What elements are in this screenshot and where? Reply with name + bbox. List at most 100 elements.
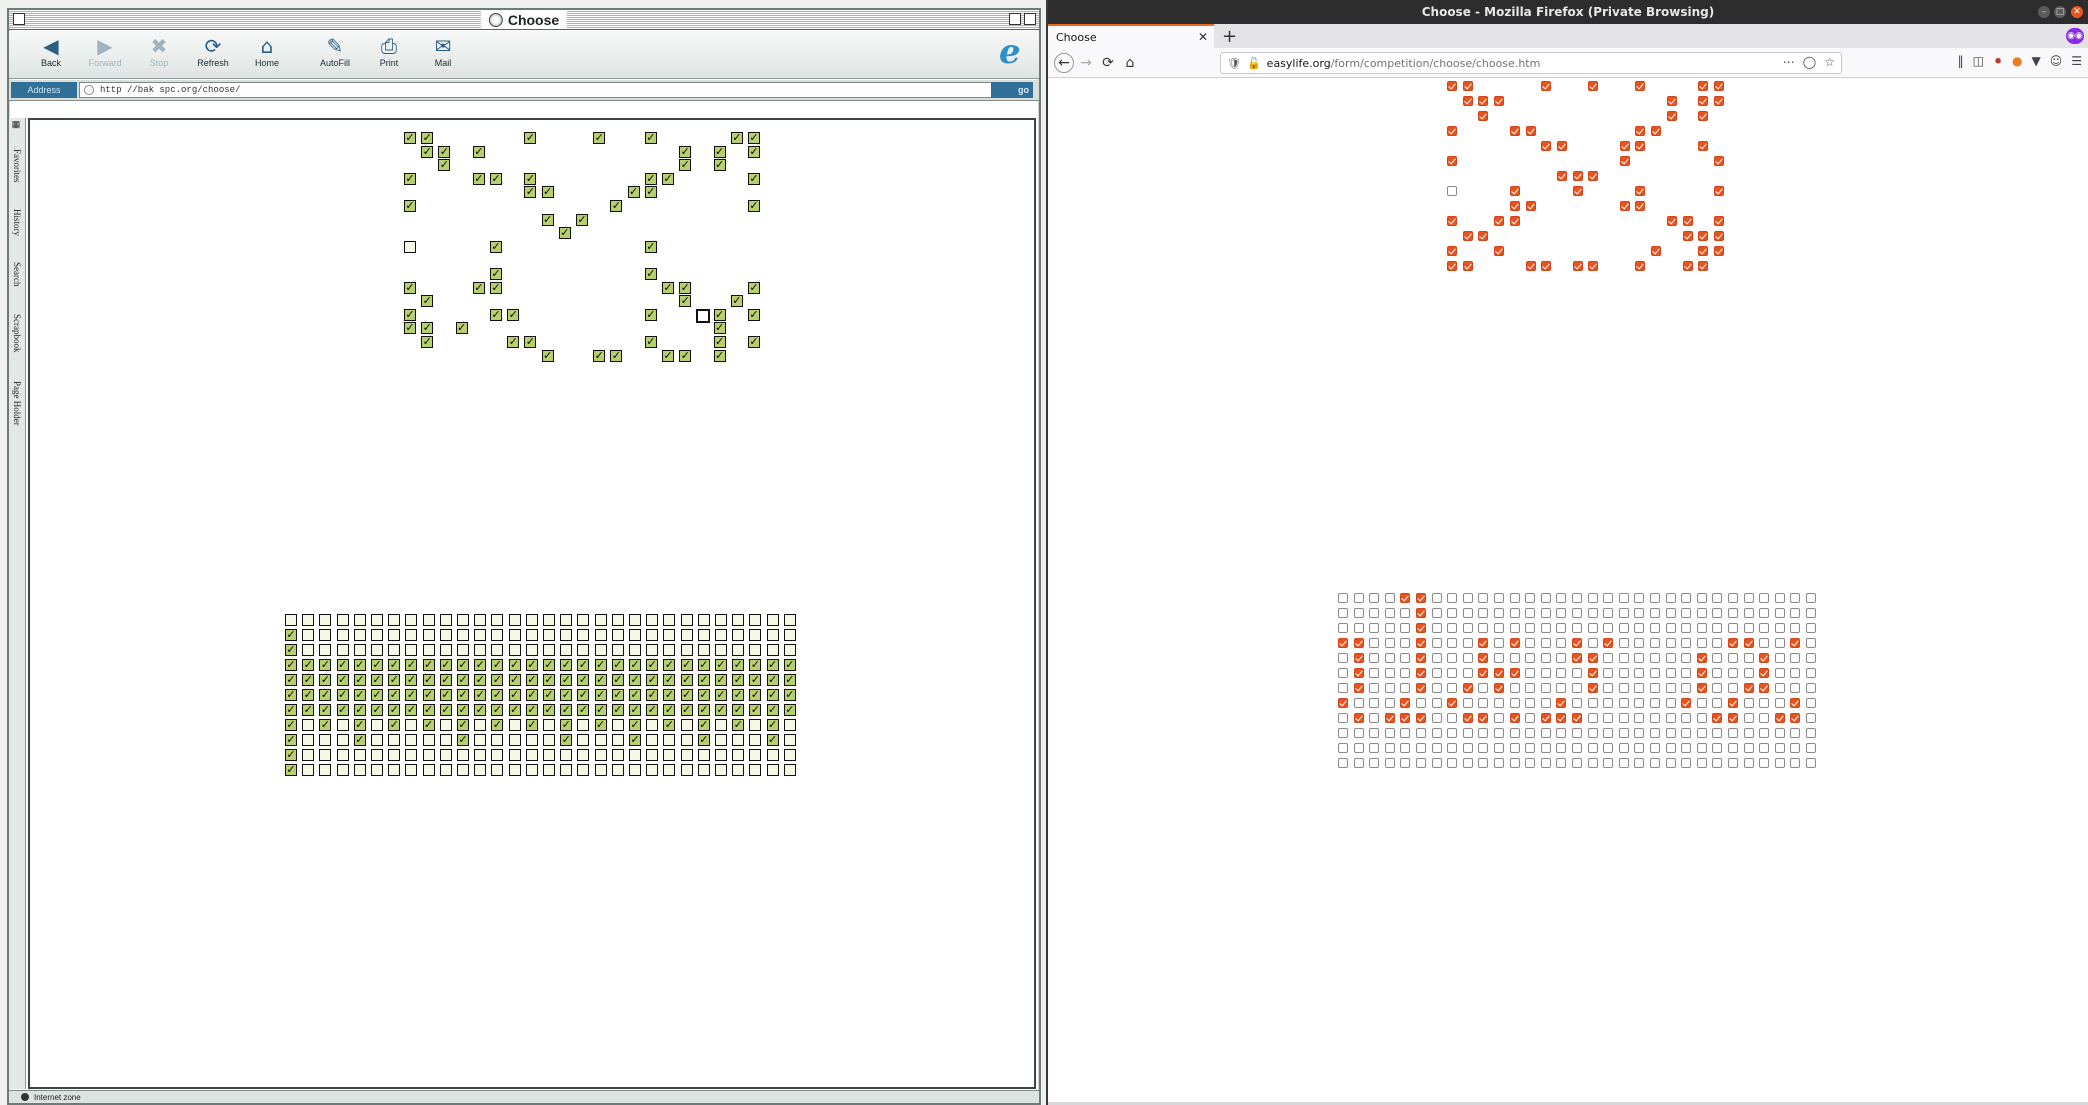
checkbox[interactable] <box>715 689 727 701</box>
checkbox[interactable] <box>336 659 349 671</box>
checkbox[interactable] <box>1400 608 1411 618</box>
checkbox[interactable] <box>421 295 434 308</box>
checkbox[interactable] <box>474 749 487 761</box>
checkbox[interactable] <box>1384 743 1395 753</box>
checkbox[interactable] <box>715 704 727 716</box>
checkbox[interactable] <box>1447 743 1458 753</box>
checkbox[interactable] <box>663 719 676 731</box>
checkbox[interactable] <box>629 764 641 776</box>
checkbox[interactable] <box>353 734 366 746</box>
checkbox[interactable] <box>1712 653 1723 663</box>
checkbox[interactable] <box>1681 698 1692 708</box>
checkbox[interactable] <box>1353 638 1364 648</box>
checkbox[interactable] <box>1774 698 1785 708</box>
checkbox[interactable] <box>1619 156 1630 166</box>
checkbox[interactable] <box>663 764 676 776</box>
checkbox[interactable] <box>1681 758 1692 768</box>
checkbox[interactable] <box>1431 683 1442 693</box>
mail-button[interactable]: ✉ Mail <box>417 35 469 75</box>
checkbox[interactable] <box>1494 216 1505 226</box>
checkbox[interactable] <box>421 132 434 144</box>
checkbox[interactable] <box>1713 96 1724 106</box>
checkbox[interactable] <box>1462 638 1473 648</box>
checkbox[interactable] <box>1634 623 1645 633</box>
checkbox[interactable] <box>1525 758 1536 768</box>
checkbox[interactable] <box>285 734 297 746</box>
checkbox[interactable] <box>611 764 624 776</box>
checkbox[interactable] <box>1774 743 1785 753</box>
checkbox[interactable] <box>1416 623 1426 633</box>
checkbox[interactable] <box>1790 728 1801 738</box>
checkbox[interactable] <box>404 132 416 144</box>
checkbox[interactable] <box>748 200 760 212</box>
checkbox[interactable] <box>405 749 418 761</box>
checkbox[interactable] <box>713 308 726 321</box>
checkbox[interactable] <box>1525 683 1536 693</box>
checkbox[interactable] <box>319 764 332 776</box>
checkbox[interactable] <box>1712 623 1723 633</box>
checkbox[interactable] <box>491 674 504 686</box>
checkbox[interactable] <box>749 689 762 701</box>
checkbox[interactable] <box>1681 608 1692 618</box>
checkbox[interactable] <box>679 295 692 308</box>
checkbox[interactable] <box>422 719 435 731</box>
checkbox[interactable] <box>644 240 657 253</box>
checkbox[interactable] <box>1806 743 1816 753</box>
checkbox[interactable] <box>541 186 554 199</box>
checkbox[interactable] <box>560 749 573 761</box>
checkbox[interactable] <box>1696 743 1707 753</box>
checkbox[interactable] <box>1696 623 1707 633</box>
checkbox[interactable] <box>336 764 349 776</box>
menu-icon[interactable]: ☰ <box>2071 54 2082 68</box>
checkbox[interactable] <box>1478 111 1489 121</box>
checkbox[interactable] <box>627 186 640 199</box>
checkbox[interactable] <box>388 749 401 761</box>
checkbox[interactable] <box>748 132 760 144</box>
checkbox[interactable] <box>1681 638 1692 648</box>
checkbox[interactable] <box>422 764 435 776</box>
checkbox[interactable] <box>1790 668 1801 678</box>
checkbox[interactable] <box>644 172 657 185</box>
checkbox[interactable] <box>302 704 315 716</box>
checkbox[interactable] <box>1447 186 1457 196</box>
checkbox[interactable] <box>1384 653 1395 663</box>
checkbox[interactable] <box>1525 261 1536 271</box>
checkbox[interactable] <box>371 614 383 626</box>
checkbox[interactable] <box>680 719 693 731</box>
checkbox[interactable] <box>1541 81 1552 91</box>
new-tab-icon[interactable]: + <box>1222 26 1237 47</box>
checkbox[interactable] <box>405 734 418 746</box>
checkbox[interactable] <box>1494 698 1504 708</box>
checkbox[interactable] <box>508 734 521 746</box>
checkbox[interactable] <box>766 644 779 656</box>
checkbox[interactable] <box>1650 668 1660 678</box>
checkbox[interactable] <box>1447 126 1457 136</box>
checkbox[interactable] <box>629 689 641 701</box>
checkbox[interactable] <box>336 749 349 761</box>
checkbox[interactable] <box>336 629 349 641</box>
checkbox[interactable] <box>1572 653 1582 663</box>
checkbox[interactable] <box>713 322 726 335</box>
checkbox[interactable] <box>1384 593 1395 603</box>
checkbox[interactable] <box>438 145 451 158</box>
checkbox[interactable] <box>508 689 521 701</box>
checkbox[interactable] <box>1338 713 1348 723</box>
checkbox[interactable] <box>439 629 452 641</box>
checkbox[interactable] <box>388 629 401 641</box>
checkbox[interactable] <box>1541 141 1552 151</box>
checkbox[interactable] <box>1728 593 1738 603</box>
checkbox[interactable] <box>405 764 418 776</box>
checkbox[interactable] <box>1540 743 1551 753</box>
checkbox[interactable] <box>1698 81 1709 91</box>
checkbox[interactable] <box>732 734 745 746</box>
checkbox[interactable] <box>1806 683 1816 693</box>
checkbox[interactable] <box>576 213 588 226</box>
checkbox[interactable] <box>1588 261 1599 271</box>
checkbox[interactable] <box>525 644 538 656</box>
checkbox[interactable] <box>680 764 693 776</box>
checkbox[interactable] <box>1665 638 1676 648</box>
checkbox[interactable] <box>421 322 434 335</box>
checkbox[interactable] <box>1431 593 1442 603</box>
checkbox[interactable] <box>1556 698 1567 708</box>
checkbox[interactable] <box>1494 743 1504 753</box>
